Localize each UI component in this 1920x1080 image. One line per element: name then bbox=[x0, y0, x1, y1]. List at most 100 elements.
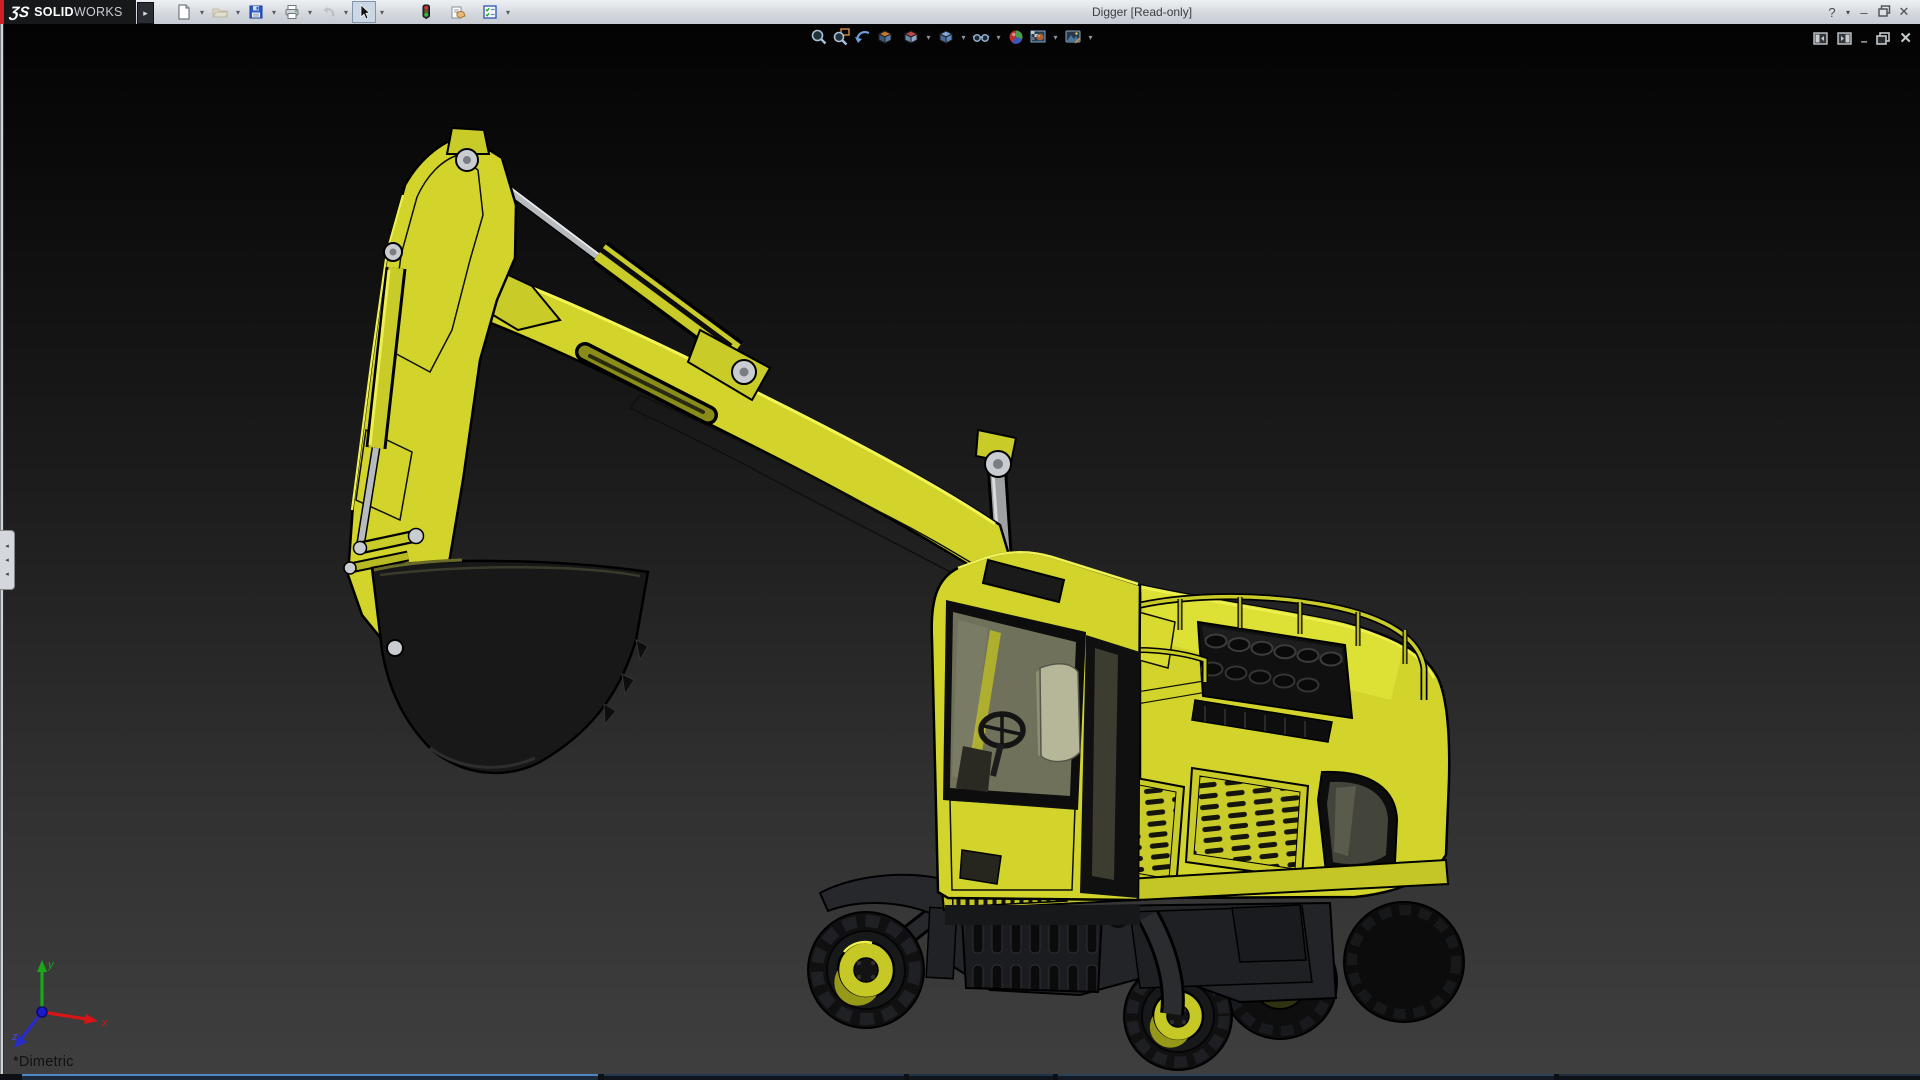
open-button[interactable] bbox=[208, 1, 232, 23]
previous-view-icon bbox=[854, 28, 872, 46]
comment-icon bbox=[450, 4, 466, 20]
new-document-icon bbox=[176, 4, 192, 20]
select-button[interactable] bbox=[352, 1, 376, 23]
open-icon bbox=[212, 4, 228, 20]
dropdown-icon: ▾ bbox=[344, 8, 348, 17]
expand-arrow-icon: ▸ bbox=[143, 8, 148, 19]
pane-right-button[interactable] bbox=[1837, 32, 1852, 45]
display-style-button[interactable] bbox=[935, 27, 957, 47]
dropdown-icon: ▾ bbox=[506, 8, 510, 17]
close-button[interactable]: ✕ bbox=[1894, 4, 1914, 20]
edit-appearance-button[interactable] bbox=[1005, 27, 1027, 47]
window-title: Digger [Read-only] bbox=[1092, 5, 1192, 19]
help-dropdown[interactable]: ▾ bbox=[1842, 8, 1854, 17]
new-document-dropdown[interactable]: ▾ bbox=[196, 2, 208, 22]
taskbar-button-edge[interactable] bbox=[604, 1074, 904, 1080]
previous-view-button[interactable] bbox=[852, 27, 874, 47]
minimize-doc-button[interactable]: – bbox=[1861, 34, 1868, 48]
stop-light-button[interactable] bbox=[414, 1, 438, 23]
view-orientation-label: *Dimetric bbox=[13, 1054, 74, 1070]
restore-icon bbox=[1878, 5, 1891, 17]
dropdown-icon: ▾ bbox=[926, 33, 930, 42]
feature-manager-collapse-tab[interactable]: ◂ ◂ ◂ bbox=[0, 530, 15, 590]
pane-left-icon bbox=[1813, 32, 1828, 45]
apply-scene-dropdown[interactable]: ▾ bbox=[1049, 27, 1062, 47]
dropdown-icon: ▾ bbox=[272, 8, 276, 17]
solidworks-window: ƷS SOLIDWORKS ▸ ▾ ▾ ▾ ▾ ▾ ▾ bbox=[0, 0, 1920, 1080]
dropdown-icon: ▾ bbox=[961, 33, 965, 42]
zoom-to-area-icon bbox=[832, 28, 850, 46]
undo-dropdown[interactable]: ▾ bbox=[340, 2, 352, 22]
taskbar-button-edge[interactable] bbox=[1559, 1074, 1920, 1080]
select-cursor-icon bbox=[356, 4, 372, 20]
undo-icon bbox=[320, 4, 336, 20]
apply-scene-button[interactable] bbox=[1027, 27, 1049, 47]
dropdown-icon: ▾ bbox=[1053, 33, 1057, 42]
save-icon bbox=[248, 4, 264, 20]
view-settings-icon bbox=[1064, 28, 1082, 46]
comment-button[interactable] bbox=[446, 1, 470, 23]
display-style-dropdown[interactable]: ▾ bbox=[957, 27, 970, 47]
graphics-area[interactable] bbox=[0, 24, 1920, 1080]
print-dropdown[interactable]: ▾ bbox=[304, 2, 316, 22]
pane-right-icon bbox=[1837, 32, 1852, 45]
restore-doc-button[interactable] bbox=[1876, 32, 1890, 45]
hide-show-items-dropdown[interactable]: ▾ bbox=[992, 27, 1005, 47]
document-window-controls: – ✕ bbox=[1813, 29, 1912, 47]
window-controls: ? ▾ – ✕ bbox=[1822, 2, 1914, 22]
dropdown-icon: ▾ bbox=[1088, 33, 1092, 42]
taskbar-button-edge[interactable] bbox=[1058, 1074, 1554, 1080]
dropdown-icon: ▾ bbox=[996, 33, 1000, 42]
new-document-button[interactable] bbox=[172, 1, 196, 23]
display-style-icon bbox=[937, 28, 955, 46]
print-button[interactable] bbox=[280, 1, 304, 23]
dropdown-icon: ▾ bbox=[200, 8, 204, 17]
title-bar: ƷS SOLIDWORKS ▸ ▾ ▾ ▾ ▾ ▾ ▾ bbox=[0, 0, 1920, 25]
logo-text-solid: SOLID bbox=[34, 5, 74, 19]
collapse-arrow-icon: ◂ bbox=[5, 557, 9, 564]
zoom-to-area-button[interactable] bbox=[830, 27, 852, 47]
minimize-button[interactable]: – bbox=[1854, 5, 1874, 20]
hide-show-items-button[interactable] bbox=[970, 27, 992, 47]
apply-scene-icon bbox=[1029, 28, 1047, 46]
zoom-to-fit-icon bbox=[810, 28, 828, 46]
hide-show-items-icon bbox=[972, 28, 990, 46]
view-settings-button[interactable] bbox=[1062, 27, 1084, 47]
restore-doc-icon bbox=[1876, 32, 1890, 45]
collapse-arrow-icon: ◂ bbox=[5, 571, 9, 578]
design-checker-icon bbox=[482, 4, 498, 20]
view-settings-dropdown[interactable]: ▾ bbox=[1084, 27, 1097, 47]
collapse-arrow-icon: ◂ bbox=[5, 543, 9, 550]
section-view-button[interactable] bbox=[874, 27, 896, 47]
headsup-view-toolbar: ▾ ▾ ▾ ▾ ▾ bbox=[808, 27, 1097, 47]
dropdown-icon: ▾ bbox=[308, 8, 312, 17]
os-taskbar-edge[interactable] bbox=[0, 1074, 1920, 1080]
open-dropdown[interactable]: ▾ bbox=[232, 2, 244, 22]
undo-button[interactable] bbox=[316, 1, 340, 23]
pane-left-button[interactable] bbox=[1813, 32, 1828, 45]
design-checker-button[interactable] bbox=[478, 1, 502, 23]
menu-expand-button[interactable]: ▸ bbox=[137, 2, 154, 24]
dropdown-icon: ▾ bbox=[236, 8, 240, 17]
edit-appearance-icon bbox=[1007, 28, 1025, 46]
taskbar-button-edge[interactable] bbox=[22, 1074, 598, 1080]
help-button[interactable]: ? bbox=[1822, 5, 1842, 20]
select-dropdown[interactable]: ▾ bbox=[376, 2, 388, 22]
save-dropdown[interactable]: ▾ bbox=[268, 2, 280, 22]
save-button[interactable] bbox=[244, 1, 268, 23]
taskbar-button-edge[interactable] bbox=[909, 1074, 1053, 1080]
view-orientation-icon bbox=[902, 28, 920, 46]
close-doc-button[interactable]: ✕ bbox=[1899, 29, 1912, 47]
standard-toolbar: ▾ ▾ ▾ ▾ ▾ ▾ bbox=[172, 1, 514, 23]
zoom-to-fit-button[interactable] bbox=[808, 27, 830, 47]
restore-button[interactable] bbox=[1874, 5, 1894, 20]
view-orientation-dropdown[interactable]: ▾ bbox=[922, 27, 935, 47]
print-icon bbox=[284, 4, 300, 20]
3ds-logo-icon: ƷS bbox=[9, 4, 31, 21]
view-orientation-button[interactable] bbox=[900, 27, 922, 47]
stop-light-icon bbox=[418, 4, 434, 20]
design-checker-dropdown[interactable]: ▾ bbox=[502, 2, 514, 22]
logo-text-works: WORKS bbox=[74, 5, 123, 19]
logo-red-stripe bbox=[0, 0, 4, 24]
section-view-icon bbox=[876, 28, 894, 46]
